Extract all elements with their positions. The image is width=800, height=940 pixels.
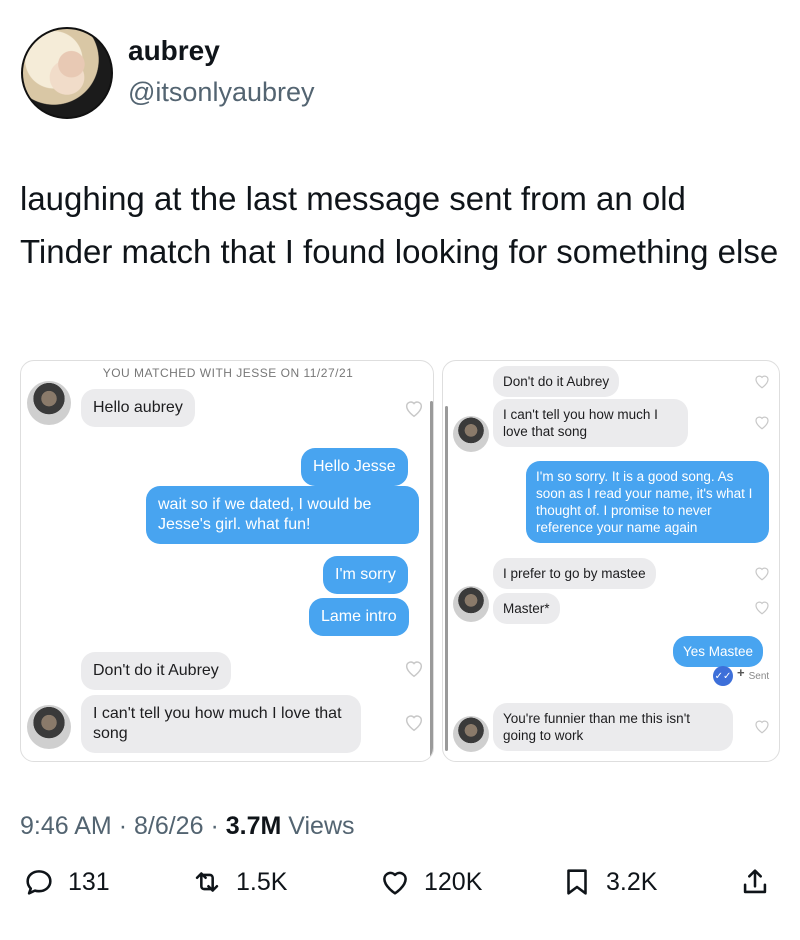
like-count: 120K [424, 867, 483, 896]
message-bubble: Lame intro [309, 598, 409, 636]
message-bubble: Hello Jesse [301, 448, 408, 486]
action-bar: 131 1.5K 120K 3.2K [0, 865, 800, 925]
heart-icon [755, 720, 769, 734]
message-bubble: Don't do it Aubrey [81, 652, 231, 690]
like-button[interactable]: 120K [378, 865, 482, 899]
heart-icon [755, 601, 769, 615]
share-icon [743, 869, 767, 894]
message-bubble: I can't tell you how much I love that so… [81, 695, 361, 753]
screenshot-left[interactable]: YOU MATCHED WITH JESSE ON 11/27/21 Hello… [20, 360, 434, 762]
sent-label: Sent [748, 670, 770, 682]
message-bubble: You're funnier than me this isn't going … [493, 703, 733, 751]
message-bubble: Don't do it Aubrey [493, 366, 620, 397]
heart-icon [383, 871, 407, 895]
tweet-date[interactable]: 8/6/26 [134, 812, 204, 840]
tweet-text: laughing at the last message sent from a… [20, 180, 779, 270]
heart-icon [755, 567, 769, 581]
share-button[interactable] [738, 865, 772, 899]
heart-icon [755, 375, 769, 389]
match-avatar [27, 381, 71, 425]
repost-button[interactable]: 1.5K [190, 865, 287, 899]
screenshot-right[interactable]: Don't do it Aubrey I can't tell you how … [442, 360, 780, 762]
match-avatar [453, 416, 489, 452]
message-bubble: I prefer to go by mastee [493, 558, 656, 589]
double-check-icon: ✓✓ [713, 666, 733, 686]
message-bubble: wait so if we dated, I would be Jesse's … [146, 486, 419, 544]
message-bubble: I can't tell you how much I love that so… [493, 399, 688, 447]
sent-status: ✓✓ + Sent [713, 664, 770, 686]
author-handle[interactable]: @itsonlyaubrey [128, 77, 315, 108]
match-avatar [453, 716, 489, 752]
separator: · [118, 812, 134, 840]
reply-button[interactable]: 131 [22, 865, 110, 899]
author-name[interactable]: aubrey [128, 35, 220, 67]
tweet-meta: 9:46 AM · 8/6/26 · 3.7M Views [20, 812, 355, 841]
repost-count: 1.5K [236, 867, 288, 896]
scrollbar [430, 401, 433, 761]
scrollbar [445, 406, 448, 751]
bookmark-icon [567, 869, 587, 895]
message-bubble: Hello aubrey [81, 389, 195, 427]
author-avatar[interactable] [21, 27, 113, 119]
tweet-time[interactable]: 9:46 AM [20, 812, 112, 840]
message-bubble: Yes Mastee [673, 636, 764, 667]
views-label: Views [288, 812, 355, 840]
bookmark-button[interactable]: 3.2K [560, 865, 657, 899]
match-avatar [453, 586, 489, 622]
plus-icon: + [737, 664, 745, 680]
views-count: 3.7M [225, 812, 282, 840]
heart-icon [405, 401, 423, 418]
bookmark-count: 3.2K [606, 867, 658, 896]
match-header: YOU MATCHED WITH JESSE ON 11/27/21 [102, 366, 354, 380]
match-avatar [27, 705, 71, 749]
heart-icon [405, 661, 423, 678]
message-bubble: I'm so sorry. It is a good song. As soon… [526, 461, 769, 543]
message-bubble: I'm sorry [323, 556, 408, 594]
heart-icon [755, 416, 769, 430]
message-bubble: Master* [493, 593, 560, 624]
heart-icon [405, 715, 423, 732]
reply-icon [26, 870, 52, 895]
reply-count: 131 [68, 867, 110, 896]
repost-icon [195, 872, 219, 892]
separator: · [210, 812, 226, 840]
